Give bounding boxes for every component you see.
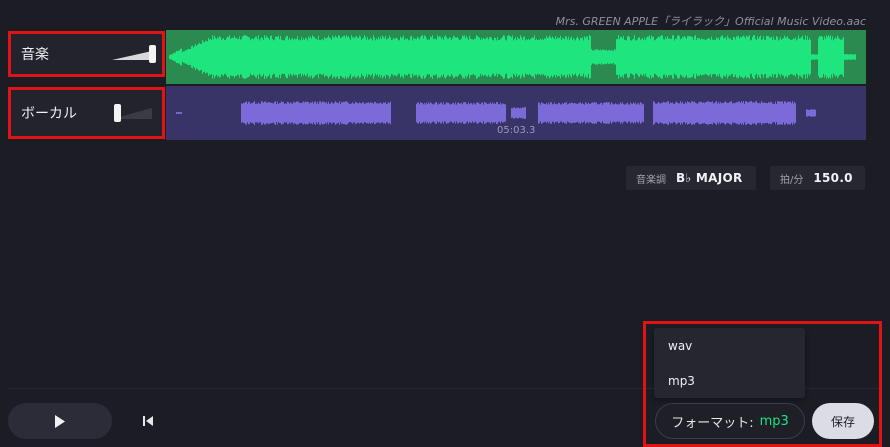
- volume-slider-vocal[interactable]: [112, 104, 156, 122]
- track-label-vocal: ボーカル: [8, 87, 165, 139]
- format-dropdown-menu: wav mp3: [654, 328, 805, 398]
- key-value: B♭ MAJOR: [676, 171, 743, 185]
- waveform-music-svg: [169, 35, 856, 79]
- format-option-wav[interactable]: wav: [654, 328, 805, 363]
- save-button[interactable]: 保存: [812, 403, 874, 439]
- tempo-value: 150.0: [813, 171, 853, 185]
- volume-slider-music[interactable]: [112, 45, 156, 63]
- track-name-vocal: ボーカル: [21, 106, 77, 122]
- play-button[interactable]: [8, 403, 112, 439]
- format-label: フォーマット:: [671, 415, 754, 431]
- track-name-music: 音楽: [21, 47, 49, 63]
- waveform-vocal[interactable]: 05:03.3: [166, 86, 866, 140]
- skip-to-start-icon: [143, 416, 153, 426]
- key-label: 音楽調: [636, 174, 666, 186]
- volume-thumb-vocal[interactable]: [113, 104, 121, 122]
- volume-thumb-music[interactable]: [149, 45, 156, 63]
- key-info: 音楽調 B♭ MAJOR: [626, 166, 756, 190]
- track-label-music: 音楽: [8, 31, 165, 77]
- file-name: Mrs. GREEN APPLE「ライラック」Official Music Vi…: [555, 15, 866, 28]
- tempo-label: 拍/分: [780, 174, 804, 186]
- format-select[interactable]: フォーマット: mp3: [655, 403, 805, 439]
- format-option-mp3[interactable]: mp3: [654, 363, 805, 398]
- tempo-info: 拍/分 150.0: [770, 166, 865, 190]
- skip-to-start-button[interactable]: [140, 412, 156, 430]
- format-selected-value: mp3: [759, 413, 789, 429]
- play-icon: [55, 414, 65, 428]
- waveform-music[interactable]: [166, 30, 866, 84]
- playhead-timecode: 05:03.3: [497, 125, 536, 136]
